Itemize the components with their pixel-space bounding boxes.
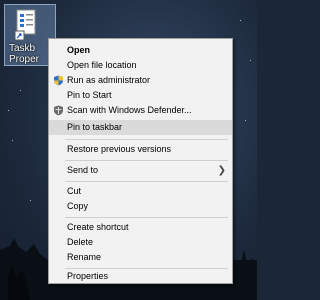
menu-item-rename[interactable]: Rename <box>49 250 232 265</box>
menu-item-label: Pin to taskbar <box>67 122 123 132</box>
menu-item-label: Properties <box>67 271 109 281</box>
menu-item-restore-previous-versions[interactable]: Restore previous versions <box>49 142 232 157</box>
context-menu: Open Open file location Run as administr… <box>48 38 233 284</box>
menu-item-label: Rename <box>67 252 102 262</box>
menu-item-label: Run as administrator <box>67 75 151 85</box>
menu-item-properties[interactable]: Properties <box>49 269 232 284</box>
menu-item-label: Open file location <box>67 60 137 70</box>
menu-item-pin-to-taskbar[interactable]: Pin to taskbar <box>49 120 232 135</box>
menu-item-run-as-administrator[interactable]: Run as administrator <box>49 73 232 88</box>
menu-item-scan-with-defender[interactable]: Scan with Windows Defender... <box>49 103 232 118</box>
shield-icon <box>53 75 64 86</box>
menu-item-pin-to-start[interactable]: Pin to Start <box>49 88 232 103</box>
menu-item-label: Cut <box>67 186 82 196</box>
menu-item-send-to[interactable]: Send to ❯ <box>49 163 232 178</box>
menu-item-label: Delete <box>67 237 94 247</box>
menu-separator <box>65 217 228 218</box>
menu-separator <box>65 181 228 182</box>
menu-item-label: Restore previous versions <box>67 144 172 154</box>
menu-item-copy[interactable]: Copy <box>49 199 232 214</box>
defender-icon <box>53 105 64 116</box>
menu-item-label: Send to <box>67 165 99 175</box>
menu-item-label: Open <box>67 45 91 55</box>
menu-item-create-shortcut[interactable]: Create shortcut <box>49 220 232 235</box>
menu-item-label: Create shortcut <box>67 222 129 232</box>
menu-item-label: Scan with Windows Defender... <box>67 105 192 115</box>
menu-separator <box>65 139 228 140</box>
menu-item-open[interactable]: Open <box>49 43 232 58</box>
chevron-right-icon: ❯ <box>217 165 226 176</box>
menu-item-label: Copy <box>67 201 89 211</box>
menu-separator <box>65 160 228 161</box>
menu-item-delete[interactable]: Delete <box>49 235 232 250</box>
menu-item-label: Pin to Start <box>67 90 112 100</box>
menu-item-open-file-location[interactable]: Open file location <box>49 58 232 73</box>
document-shortcut-icon <box>14 9 39 46</box>
menu-item-cut[interactable]: Cut <box>49 184 232 199</box>
